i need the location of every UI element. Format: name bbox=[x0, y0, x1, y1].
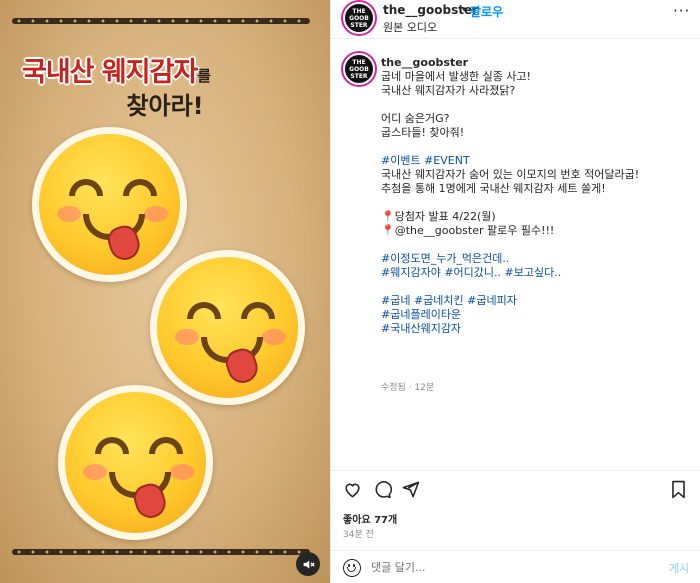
heart-icon[interactable] bbox=[343, 480, 363, 500]
hashtag-line[interactable]: #국내산웨지감자 bbox=[381, 322, 691, 336]
caption-avatar[interactable]: THE GOOB STER bbox=[343, 53, 375, 85]
instagram-post-view: 국내산 웨지감자를 찾아라! THE GOOB STER the__goobst… bbox=[0, 0, 700, 583]
send-icon[interactable] bbox=[401, 480, 421, 500]
hashtag-line[interactable]: #굽네 #굽네치킨 #굽네피자 bbox=[381, 294, 691, 308]
speaker-muted-icon[interactable] bbox=[296, 552, 320, 576]
caption-line: 어디 숨은거G? bbox=[381, 112, 450, 125]
caption-line: 국내산 웨지감자가 숨어 있는 이모지의 번호 적어달라굽! bbox=[381, 168, 640, 181]
post-media[interactable]: 국내산 웨지감자를 찾아라! bbox=[0, 0, 330, 583]
headline-suffix: 를 bbox=[197, 67, 212, 85]
caption-username[interactable]: the__goobster bbox=[381, 56, 468, 69]
tongue-emoji-3 bbox=[58, 385, 213, 540]
caption-line: 국내산 웨지감자가 사라졌닭? bbox=[381, 84, 516, 97]
comment-icon[interactable] bbox=[373, 480, 393, 500]
caption-line: 굽네 마을에서 발생한 실종 사고! bbox=[381, 70, 531, 83]
bookmark-icon[interactable] bbox=[670, 480, 690, 500]
top-border-dots bbox=[12, 18, 310, 24]
hashtag-line[interactable]: #굽네플레이타운 bbox=[381, 308, 691, 322]
hashtag-line[interactable]: #이정도면_누가_먹은건데.. bbox=[381, 252, 691, 266]
post-detail-panel: THE GOOB STER the__goobster • 팔로우 원본 오디오… bbox=[330, 0, 700, 583]
bottom-border-dots bbox=[12, 549, 310, 555]
tongue-emoji-1 bbox=[32, 127, 187, 282]
caption-line: 굽스타들! 찾아줘! bbox=[381, 126, 465, 139]
action-bar bbox=[343, 480, 689, 500]
caption-text: 굽네 마을에서 발생한 실종 사고! 국내산 웨지감자가 사라졌닭? 어디 숨은… bbox=[381, 70, 691, 336]
poster-headline: 국내산 웨지감자를 bbox=[22, 50, 312, 89]
comment-input[interactable] bbox=[371, 556, 631, 578]
poster-headline-line2: 찾아라! bbox=[126, 92, 204, 120]
announcement-line: 📍당첨자 발표 4/22(월) bbox=[381, 210, 496, 223]
mention-line[interactable]: 📍@the__goobster 팔로우 필수!!! bbox=[381, 224, 691, 238]
more-options-icon[interactable]: ··· bbox=[673, 2, 690, 20]
separator-dot: • bbox=[461, 3, 469, 17]
divider bbox=[331, 550, 700, 551]
headline-main: 국내산 웨지감자 bbox=[22, 57, 198, 88]
caption-line: 추첨을 통해 1명에게 국내산 웨지감자 세트 쏠게! bbox=[381, 182, 606, 195]
follow-button[interactable]: 팔로우 bbox=[470, 3, 503, 20]
divider bbox=[331, 38, 700, 39]
caption-meta: 수정됨 · 12분 bbox=[381, 383, 435, 393]
likes-count[interactable]: 좋아요 77개 bbox=[343, 511, 397, 526]
hashtag-line[interactable]: #웨지감자야 #어디갔니.. #보고싶다.. bbox=[381, 266, 691, 280]
post-comment-button[interactable]: 게시 bbox=[669, 560, 689, 576]
avatar[interactable]: THE GOOB STER bbox=[343, 2, 375, 34]
original-audio-link[interactable]: 원본 오디오 bbox=[383, 19, 437, 35]
hashtag-line[interactable]: #이벤트 #EVENT bbox=[381, 154, 691, 168]
post-time[interactable]: 34분 전 bbox=[343, 527, 374, 540]
emoji-picker-icon[interactable] bbox=[343, 559, 361, 577]
divider bbox=[331, 470, 700, 471]
tongue-emoji-2 bbox=[150, 250, 305, 405]
post-header: THE GOOB STER the__goobster • 팔로우 원본 오디오… bbox=[331, 0, 700, 36]
